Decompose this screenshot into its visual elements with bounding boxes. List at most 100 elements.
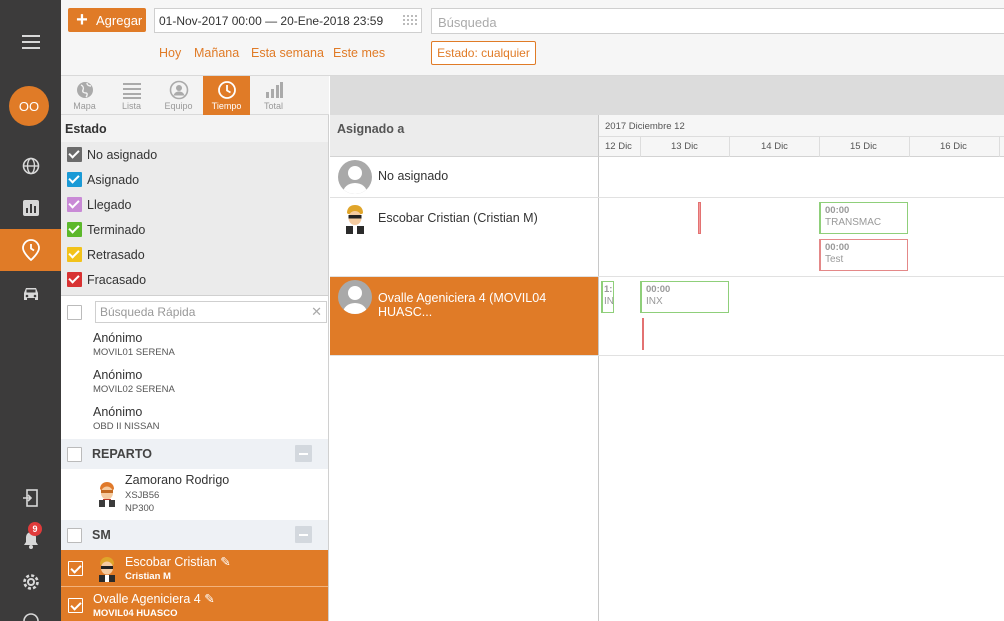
- person-device: MOVIL02 SERENA: [93, 384, 175, 395]
- view-tabs: Mapa Lista Equipo Tiempo Total: [61, 76, 329, 115]
- tab-equipo-label: Equipo: [164, 101, 193, 111]
- checkbox[interactable]: [68, 598, 83, 613]
- list-item[interactable]: Zamorano Rodrigo XSJB56 NP300: [61, 469, 328, 520]
- quick-filter-today[interactable]: Hoy: [159, 46, 181, 60]
- add-button-label: Agregar: [96, 12, 143, 28]
- checkbox[interactable]: [67, 272, 82, 287]
- estado-item-asignado[interactable]: Asignado: [61, 167, 328, 192]
- calendar-icon: [403, 15, 417, 25]
- event-marker[interactable]: [642, 318, 644, 350]
- chart-icon[interactable]: [0, 188, 61, 228]
- checkbox[interactable]: [67, 147, 82, 162]
- event-marker[interactable]: [698, 202, 701, 234]
- event-transmac[interactable]: 00:00 TRANSMAC: [819, 202, 908, 234]
- event-inx[interactable]: 00:00 INX: [640, 281, 729, 313]
- table-row[interactable]: Escobar Cristian (Cristian M) 00:00 TRAN…: [330, 198, 1004, 277]
- event-label: INX: [646, 296, 663, 307]
- logout-icon[interactable]: [0, 478, 61, 518]
- clock-icon[interactable]: [0, 229, 61, 271]
- list-item[interactable]: Anónimo MOVIL02 SERENA: [61, 365, 328, 402]
- estado-item-retrasado[interactable]: Retrasado: [61, 242, 328, 267]
- search-input[interactable]: Búsqueda: [431, 8, 1004, 34]
- checkbox[interactable]: [67, 197, 82, 212]
- estado-label: No asignado: [87, 147, 158, 162]
- group-header-reparto[interactable]: REPARTO: [61, 439, 328, 469]
- row-name: Ovalle Ageniciera 4 (MOVIL04 HUASC...: [378, 291, 547, 319]
- checkbox[interactable]: [67, 172, 82, 187]
- clear-icon[interactable]: ✕: [311, 304, 322, 320]
- day-label: 15 Dic: [819, 137, 909, 157]
- collapse-icon[interactable]: [295, 445, 312, 462]
- gear-icon[interactable]: [0, 562, 61, 602]
- quick-search-input[interactable]: Búsqueda Rápida ✕: [95, 301, 327, 323]
- estado-label: Retrasado: [87, 247, 145, 262]
- driver-name: Ovalle Ageniciera 4: [93, 592, 201, 606]
- edit-icon[interactable]: ✎: [220, 555, 230, 569]
- group-checkbox[interactable]: [67, 446, 82, 462]
- group-header-sm[interactable]: SM: [61, 520, 328, 550]
- row-name: Escobar Cristian (Cristian M): [378, 211, 538, 225]
- filter-panel: Estado No asignado Asignado Llegado Term…: [61, 115, 329, 621]
- row-timeline[interactable]: [598, 157, 1004, 197]
- quick-search-placeholder: Búsqueda Rápida: [100, 305, 196, 319]
- month-label: 2017 Diciembre 12: [605, 121, 685, 132]
- tab-lista[interactable]: Lista: [108, 76, 155, 115]
- date-range-picker[interactable]: 01-Nov-2017 00:00 — 20-Ene-2018 23:59: [154, 8, 422, 33]
- selected-item-escobar[interactable]: Escobar Cristian ✎ Cristian M: [61, 550, 328, 587]
- row-timeline[interactable]: 00:00 TRANSMAC 00:00 Test: [598, 198, 1004, 276]
- row-timeline[interactable]: 1: IN 00:00 INX: [598, 277, 1004, 355]
- event-test[interactable]: 00:00 Test: [819, 239, 908, 271]
- avatar: [338, 280, 372, 314]
- select-all-checkbox[interactable]: [67, 304, 82, 320]
- car-icon[interactable]: [0, 274, 61, 314]
- checkbox[interactable]: [68, 561, 83, 576]
- driver-avatar-icon: [99, 482, 115, 507]
- estado-label: Terminado: [87, 222, 146, 237]
- day-divider: [999, 137, 1004, 157]
- tab-total-label: Total: [263, 101, 283, 111]
- quick-filter-week[interactable]: Esta semana: [251, 46, 324, 60]
- globe-icon: [76, 82, 93, 98]
- selected-item-ovalle[interactable]: Ovalle Ageniciera 4 ✎ MOVIL04 HUASCO: [61, 587, 328, 621]
- group-checkbox[interactable]: [67, 527, 82, 543]
- estado-item-no-asignado[interactable]: No asignado: [61, 142, 328, 167]
- tab-tiempo[interactable]: Tiempo: [203, 76, 250, 115]
- notification-badge: 9: [28, 522, 42, 536]
- driver-device: Cristian M: [125, 571, 171, 582]
- list-item[interactable]: Anónimo OBD II NISSAN: [61, 402, 328, 439]
- checkbox[interactable]: [67, 247, 82, 262]
- table-row[interactable]: No asignado: [330, 157, 1004, 198]
- help-icon[interactable]: [0, 601, 61, 621]
- person-name: Anónimo: [93, 368, 143, 382]
- bar-chart-icon: [265, 82, 283, 98]
- tab-total[interactable]: Total: [250, 76, 297, 115]
- event-time: 00:00: [825, 242, 850, 253]
- edit-icon[interactable]: ✎: [204, 592, 214, 606]
- event-partial[interactable]: 1: IN: [601, 281, 614, 313]
- group-label: SM: [92, 528, 111, 542]
- tab-mapa[interactable]: Mapa: [61, 76, 108, 115]
- estado-item-terminado[interactable]: Terminado: [61, 217, 328, 242]
- estado-item-llegado[interactable]: Llegado: [61, 192, 328, 217]
- quick-filter-tomorrow[interactable]: Mañana: [194, 46, 239, 60]
- tab-equipo[interactable]: Equipo: [155, 76, 202, 115]
- collapse-icon[interactable]: [295, 526, 312, 543]
- row-assignee: Ovalle Ageniciera 4 (MOVIL04 HUASC...: [330, 277, 598, 355]
- checkbox[interactable]: [67, 222, 82, 237]
- day-columns: 12 Dic 13 Dic 14 Dic 15 Dic 16 Dic: [599, 136, 1004, 157]
- estado-item-fracasado[interactable]: Fracasado: [61, 267, 328, 292]
- driver-name: Escobar Cristian: [125, 555, 217, 569]
- state-filter-button[interactable]: Estado: cualquier: [431, 41, 536, 65]
- clock-icon: [217, 81, 236, 99]
- list-item[interactable]: Anónimo MOVIL01 SERENA: [61, 328, 328, 365]
- quick-filter-month[interactable]: Este mes: [333, 46, 385, 60]
- user-avatar[interactable]: OO: [9, 86, 49, 126]
- estado-list: No asignado Asignado Llegado Terminado R…: [61, 142, 328, 296]
- add-button[interactable]: + Agregar: [68, 8, 146, 32]
- menu-icon[interactable]: [0, 22, 61, 62]
- table-row[interactable]: Ovalle Ageniciera 4 (MOVIL04 HUASC... 1:…: [330, 277, 1004, 356]
- event-label: IN: [604, 296, 614, 307]
- group-label: REPARTO: [92, 447, 152, 461]
- globe-icon[interactable]: [0, 146, 61, 186]
- day-label: 12 Dic: [605, 141, 632, 152]
